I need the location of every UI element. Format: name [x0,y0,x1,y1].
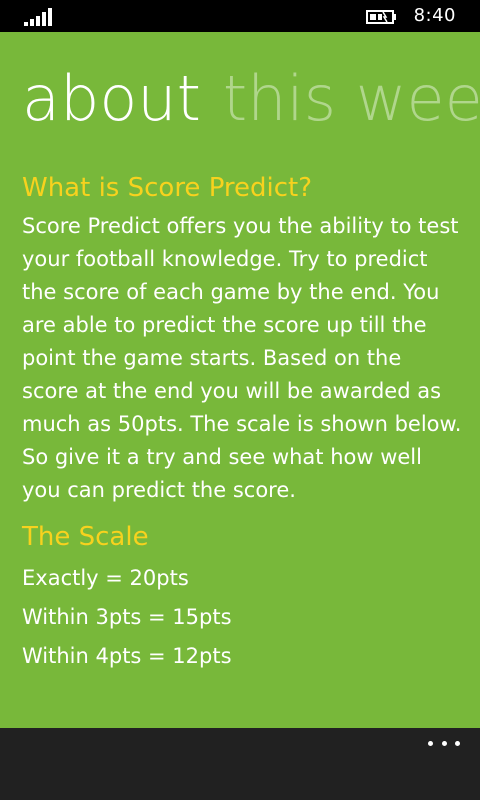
scale-item: Exactly = 20pts [22,566,189,590]
scale-item: Within 4pts = 12pts [22,644,232,668]
ellipsis-icon[interactable] [428,736,460,750]
about-description: Score Predict offers you the ability to … [22,214,462,502]
pivot-header: about this wee [22,64,480,134]
pivot-item-about[interactable]: about [22,62,201,135]
about-content: What is Score Predict? Score Predict off… [22,170,462,676]
app-bar [0,728,480,800]
signal-strength-icon [24,8,52,26]
dot-icon [428,740,433,746]
scale-list: Exactly = 20pts Within 3pts = 15pts With… [22,559,462,676]
dot-icon [455,740,460,746]
dot-icon [441,740,447,746]
pivot-item-this-week[interactable]: this wee [223,62,480,135]
phone-screen: 8:40 about this wee What is Score Predict… [0,0,480,800]
status-bar: 8:40 [0,0,480,32]
battery-charging-icon [366,10,396,24]
about-page: about this wee What is Score Predict? Sco… [0,32,480,728]
about-section-title: What is Score Predict? [22,173,313,203]
scale-section-title: The Scale [22,522,149,552]
status-time: 8:40 [413,5,456,26]
scale-item: Within 3pts = 15pts [22,605,232,629]
